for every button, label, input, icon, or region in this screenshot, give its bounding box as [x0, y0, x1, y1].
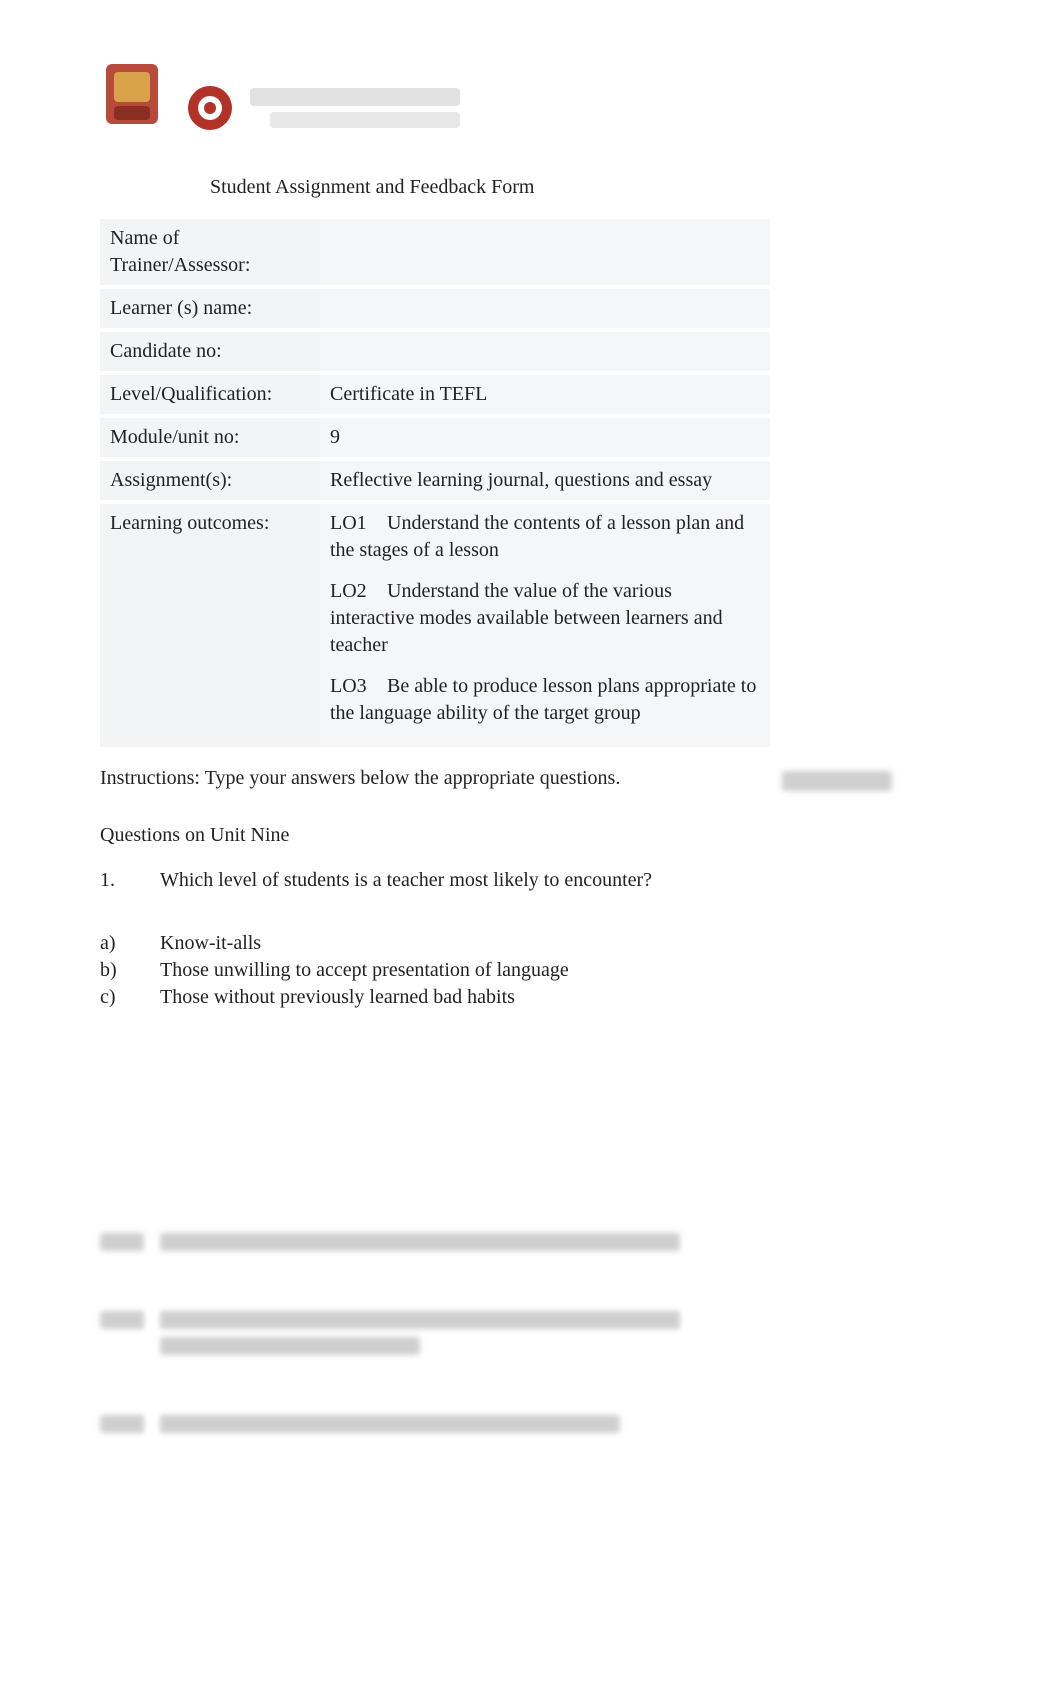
info-table: Name of Trainer/Assessor: Learner (s) na… [100, 219, 770, 751]
q1-number: 1. [100, 867, 160, 894]
outcomes-label: Learning outcomes: [100, 502, 320, 749]
lo1: LO1 Understand the contents of a lesson … [330, 510, 760, 564]
lo3: LO3 Be able to produce lesson plans appr… [330, 673, 760, 727]
option-letter: b) [100, 957, 160, 984]
assignment-value: Reflective learning journal, questions a… [320, 459, 770, 502]
instructions: Instructions: Type your answers below th… [100, 765, 764, 792]
section-heading: Questions on Unit Nine [100, 822, 764, 849]
q1-text: Which level of students is a teacher mos… [160, 867, 652, 894]
form-title: Student Assignment and Feedback Form [210, 174, 962, 201]
lo3-text: Be able to produce lesson plans appropri… [330, 675, 756, 724]
assignment-label: Assignment(s): [100, 459, 320, 502]
lower-section: Instructions: Type your answers below th… [100, 765, 962, 1491]
level-label: Level/Qualification: [100, 373, 320, 416]
option-text: Those unwilling to accept presentation o… [160, 957, 569, 984]
feedback-column [782, 765, 962, 791]
learner-label: Learner (s) name: [100, 287, 320, 330]
obscured-question-4 [100, 1413, 764, 1435]
option-letter: c) [100, 984, 160, 1011]
logo [100, 50, 962, 146]
trainer-label: Name of Trainer/Assessor: [100, 219, 320, 287]
obscured-question-2 [100, 1231, 764, 1253]
q1-option-c[interactable]: c) Those without previously learned bad … [100, 984, 764, 1011]
obscured-questions [100, 1231, 764, 1435]
q1-options: a) Know-it-alls b) Those unwilling to ac… [100, 930, 764, 1011]
lo2-text: Understand the value of the various inte… [330, 580, 723, 656]
q1-option-a[interactable]: a) Know-it-alls [100, 930, 764, 957]
level-value: Certificate in TEFL [320, 373, 770, 416]
option-letter: a) [100, 930, 160, 957]
trainer-value[interactable] [320, 219, 770, 287]
lo1-tag: LO1 [330, 510, 382, 537]
q1-option-b[interactable]: b) Those unwilling to accept presentatio… [100, 957, 764, 984]
module-label: Module/unit no: [100, 416, 320, 459]
feedback-label [782, 771, 892, 791]
question-1: 1. Which level of students is a teacher … [100, 867, 764, 894]
module-value: 9 [320, 416, 770, 459]
outcomes-value: LO1 Understand the contents of a lesson … [320, 502, 770, 749]
lo3-tag: LO3 [330, 673, 382, 700]
lo2-tag: LO2 [330, 578, 382, 605]
option-text: Those without previously learned bad hab… [160, 984, 515, 1011]
candidate-label: Candidate no: [100, 330, 320, 373]
option-text: Know-it-alls [160, 930, 261, 957]
main-column: Instructions: Type your answers below th… [100, 765, 764, 1491]
learner-value[interactable] [320, 287, 770, 330]
obscured-question-3 [100, 1309, 764, 1357]
lo1-text: Understand the contents of a lesson plan… [330, 512, 744, 561]
logo-svg [100, 50, 500, 146]
candidate-value[interactable] [320, 330, 770, 373]
lo2: LO2 Understand the value of the various … [330, 578, 760, 659]
